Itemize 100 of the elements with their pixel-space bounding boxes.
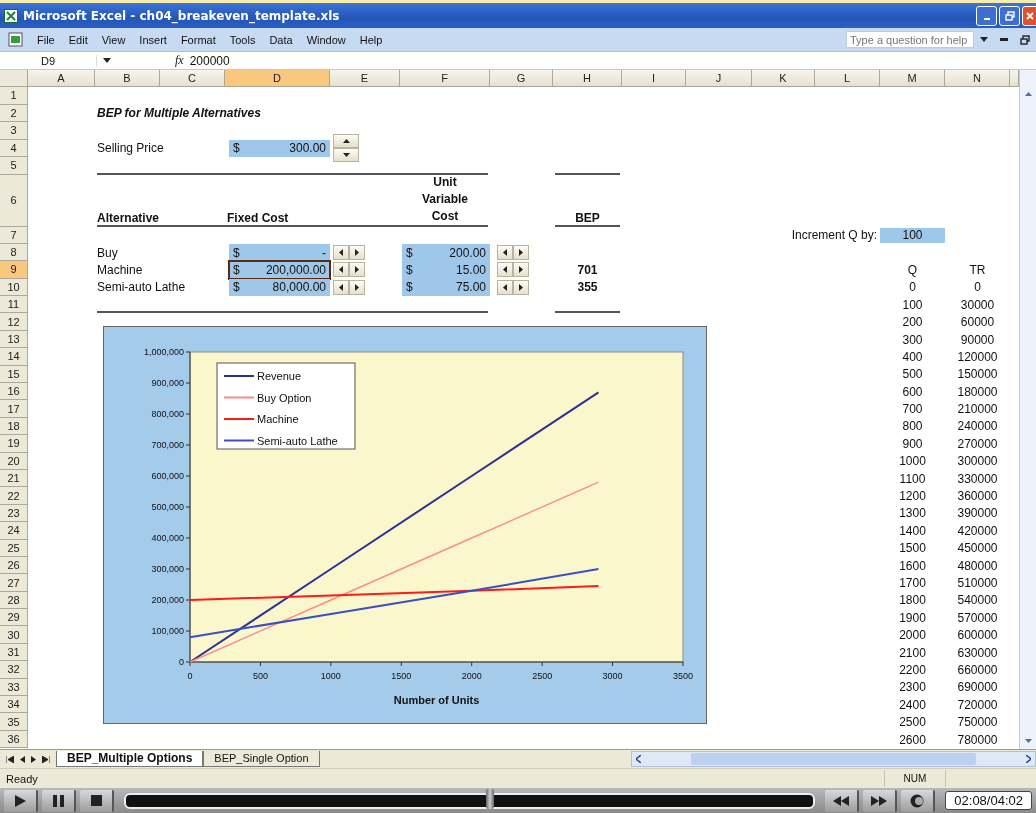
pause-button[interactable] (42, 789, 76, 812)
scroll-left-button[interactable] (333, 279, 349, 295)
sheet-tab[interactable]: BEP_Multiple Options (56, 751, 204, 767)
menu-item[interactable]: Format (173, 33, 223, 46)
row-header[interactable]: 34 (0, 696, 28, 714)
help-search-field[interactable]: Type a question for help (846, 31, 974, 48)
row-header[interactable]: 1 (0, 87, 28, 105)
spin-down-button[interactable] (333, 148, 359, 163)
scroll-left-button[interactable] (333, 245, 349, 261)
row-header[interactable]: 35 (0, 713, 28, 731)
table-cell-text: 2000 (898, 627, 927, 644)
scroll-right-button[interactable] (349, 279, 365, 295)
column-header[interactable]: A (28, 70, 95, 87)
horizontal-scrollbar[interactable] (631, 751, 1036, 767)
row-header[interactable]: 11 (0, 296, 28, 314)
increment-cell[interactable]: 100 (880, 227, 945, 243)
fixed-cost-cell[interactable]: $ 200,000.00 (229, 261, 330, 279)
axis-tick-label: 800,000 (151, 409, 184, 420)
row-header[interactable]: 3 (0, 122, 28, 140)
last-sheet-icon[interactable] (42, 755, 50, 763)
row-header[interactable]: 30 (0, 626, 28, 644)
table-cell-text: 700 (901, 401, 924, 418)
row-header[interactable]: 27 (0, 574, 28, 592)
first-sheet-icon[interactable] (6, 755, 14, 763)
function-button[interactable]: fx (175, 53, 184, 68)
column-header[interactable]: I (622, 70, 686, 87)
sheet-title: BEP for Multiple Alternatives (96, 105, 262, 122)
variable-cost-cell[interactable]: $ 200.00 (402, 243, 490, 262)
table-cell-text: 360000 (956, 488, 999, 505)
scroll-right-button[interactable] (513, 279, 529, 295)
variable-cost-cell[interactable]: $ 15.00 (402, 261, 490, 279)
column-header[interactable]: K (752, 70, 815, 87)
name-box[interactable]: D9 (0, 54, 97, 67)
row-header[interactable]: 6 (0, 174, 28, 227)
restore-icon[interactable] (1020, 34, 1030, 45)
dropdown-icon[interactable] (980, 37, 988, 42)
column-header[interactable]: H (553, 70, 622, 87)
play-button[interactable] (4, 789, 38, 812)
minimize-button[interactable] (976, 5, 997, 26)
column-header[interactable]: B (95, 70, 160, 87)
row-header[interactable]: 14 (0, 348, 28, 366)
menu-item[interactable]: File (30, 33, 62, 46)
close-button[interactable] (1022, 5, 1036, 26)
menu-item[interactable]: Data (262, 33, 300, 46)
seek-bar[interactable] (124, 792, 816, 809)
row-header[interactable]: 24 (0, 522, 28, 540)
scroll-right-button[interactable] (513, 245, 529, 261)
menu-item[interactable]: Window (299, 33, 353, 46)
column-header[interactable]: L (815, 70, 880, 87)
line-chart[interactable]: 0 100,000 200,000 300,000 400,000 500,000 600,000 700,000 800,000 900,000 1,000,000 0 500 1000 1500 2000 2500 3000 3500 Number of Units Revenue Buy Option Machine Semi-auto Lathe (103, 326, 707, 725)
fast-forward-button[interactable] (863, 789, 898, 812)
column-header[interactable]: E (330, 70, 400, 87)
scroll-right-button[interactable] (513, 262, 529, 278)
column-header[interactable]: D (225, 70, 330, 87)
scroll-left-button[interactable] (497, 245, 513, 261)
row-header[interactable]: 16 (0, 383, 28, 401)
column-header[interactable]: M (880, 70, 945, 87)
row-header[interactable]: 19 (0, 435, 28, 453)
table-cell-text: 240000 (956, 418, 999, 436)
menu-item[interactable]: View (94, 33, 133, 46)
column-header[interactable]: N (945, 70, 1010, 87)
row-header[interactable]: 29 (0, 609, 28, 627)
next-sheet-icon[interactable] (31, 755, 36, 763)
table-cell-text: 120000 (956, 348, 999, 366)
scroll-right-button[interactable] (349, 245, 365, 261)
row-header[interactable]: 22 (0, 487, 28, 505)
seek-handle[interactable] (486, 788, 495, 809)
spin-up-button[interactable] (333, 134, 359, 149)
sheet-tab[interactable]: BEP_Single Option (203, 751, 320, 767)
rewind-button[interactable] (825, 789, 860, 812)
row-header[interactable]: 5 (0, 157, 28, 175)
menu-item[interactable]: Insert (132, 33, 174, 46)
scroll-left-button[interactable] (333, 262, 349, 278)
column-header[interactable]: G (490, 70, 553, 87)
stop-button[interactable] (80, 789, 114, 812)
row-header[interactable]: 9 (0, 261, 28, 279)
table-heading: Q (906, 261, 919, 279)
scroll-left-button[interactable] (497, 262, 513, 278)
column-header[interactable]: C (160, 70, 225, 87)
vertical-scrollbar[interactable] (1019, 70, 1036, 749)
table-cell-text: 900 (901, 435, 924, 453)
row-header[interactable]: 32 (0, 661, 28, 679)
formula-field[interactable]: 200000 (189, 53, 230, 68)
restore-button[interactable] (999, 5, 1020, 26)
previous-sheet-icon[interactable] (20, 755, 25, 763)
menu-item[interactable]: Tools (222, 33, 263, 46)
menu-item[interactable]: Help (352, 33, 390, 46)
price-cell[interactable]: $ 300.00 (229, 139, 330, 157)
scroll-left-button[interactable] (497, 279, 513, 295)
fixed-cost-cell[interactable]: $ - (229, 243, 330, 262)
workbook-icon[interactable] (6, 31, 24, 48)
table-cell-text: 180000 (956, 383, 999, 401)
row-header[interactable]: 17 (0, 400, 28, 418)
dropdown-icon[interactable] (103, 58, 111, 63)
column-header[interactable]: J (686, 70, 752, 87)
scroll-right-button[interactable] (349, 262, 365, 278)
row-header[interactable]: 12 (0, 313, 28, 331)
volume-button[interactable] (901, 789, 936, 812)
column-header[interactable]: F (400, 70, 490, 87)
menu-item[interactable]: Edit (61, 33, 95, 46)
